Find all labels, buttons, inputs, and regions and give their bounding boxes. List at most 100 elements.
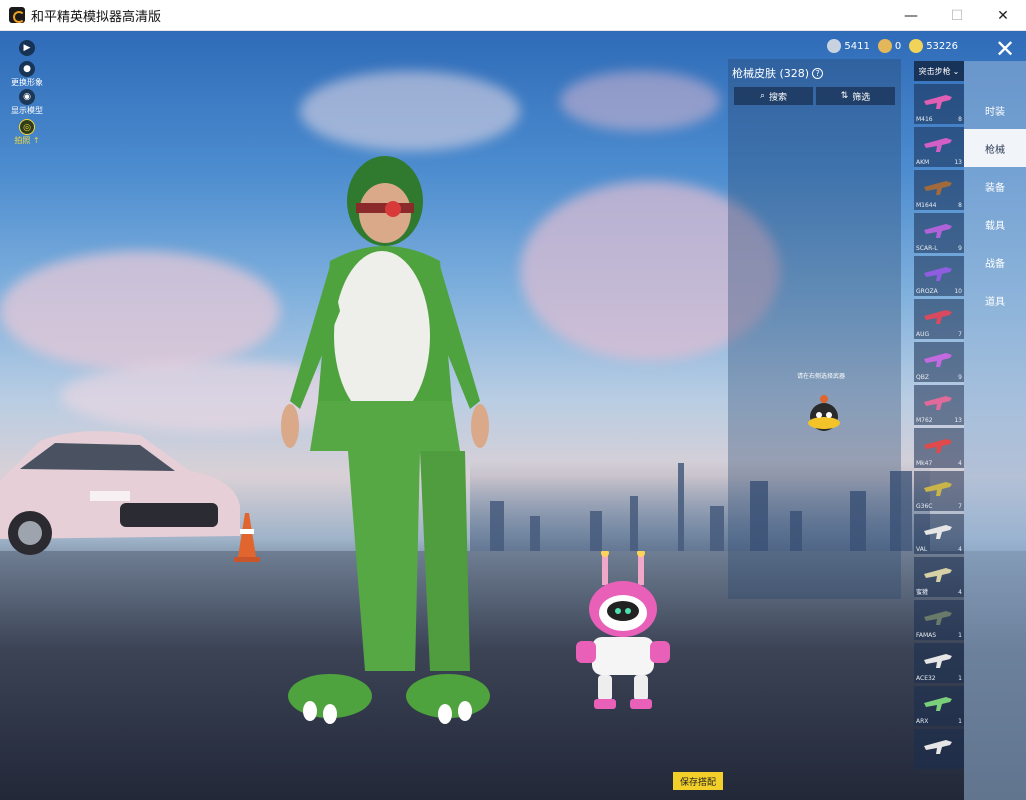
show-model-button[interactable]: ◉ 显示模型	[10, 89, 44, 116]
weapon-item[interactable]: GROZA 10	[914, 256, 964, 296]
weapon-item[interactable]	[914, 729, 964, 769]
weapon-skin-panel: 枪械皮肤 (328) ? ⌕ 搜索 ⇅ 筛选	[728, 59, 901, 599]
weapon-name: M416	[916, 116, 933, 123]
weapon-item[interactable]: G36C 7	[914, 471, 964, 511]
cloud	[300, 71, 520, 151]
weapon-item[interactable]: ARX 1	[914, 686, 964, 726]
category-tab[interactable]: 时装	[964, 91, 1026, 129]
rifle-icon	[924, 396, 952, 410]
category-tab[interactable]: 装备	[964, 167, 1026, 205]
app-logo-icon	[9, 7, 25, 23]
search-icon: ⌕	[759, 91, 766, 101]
cloud	[560, 71, 720, 131]
window-controls: — ☐ ✕	[888, 0, 1026, 31]
currency-bronze: 0	[877, 39, 902, 53]
mascot-icon	[808, 395, 840, 431]
weapon-item[interactable]: AUG 7	[914, 299, 964, 339]
currency-silver: 5411	[827, 39, 870, 53]
weapon-list: 突击步枪 ⌄ M416 8 AKM 13 M1644 8 SCAR-L 9 GROZA 10 AUG…	[914, 61, 964, 796]
rifle-icon	[924, 95, 952, 109]
weapon-count: 8	[958, 202, 962, 209]
silver-coin-icon	[827, 39, 842, 53]
close-window-button[interactable]: ✕	[980, 0, 1026, 31]
skin-panel-title: 枪械皮肤 (328)	[732, 67, 810, 80]
weapon-count: 1	[958, 718, 962, 725]
close-wardrobe-button[interactable]: ✕	[990, 34, 1020, 64]
weapon-count: 1	[958, 632, 962, 639]
window-title: 和平精英模拟器高清版	[31, 9, 162, 25]
category-tab[interactable]: 战备	[964, 243, 1026, 281]
search-button[interactable]: ⌕ 搜索	[734, 87, 813, 105]
rifle-icon	[924, 310, 952, 324]
help-icon[interactable]: ?	[812, 67, 824, 79]
photo-button[interactable]: ◎ 拍照 ↑	[10, 119, 44, 146]
weapon-count: 13	[954, 159, 962, 166]
rifle-icon	[924, 697, 952, 711]
bronze-amount: 0	[894, 40, 902, 52]
weapon-name: ARX	[916, 718, 929, 725]
gold-coin-icon	[909, 39, 924, 53]
rifle-icon	[924, 482, 952, 496]
rifle-icon	[924, 353, 952, 367]
weapon-type-dropdown[interactable]: 突击步枪 ⌄	[914, 61, 964, 81]
change-appearance-button[interactable]: ● 更换形象	[10, 61, 44, 88]
weapon-item[interactable]: ACE32 1	[914, 643, 964, 683]
category-tab[interactable]: 道具	[964, 281, 1026, 319]
weapon-item[interactable]: M416 8	[914, 84, 964, 124]
player-character[interactable]	[270, 151, 500, 731]
weapon-item[interactable]: AKM 13	[914, 127, 964, 167]
category-tab[interactable]: 枪械	[964, 129, 1026, 167]
maximize-button[interactable]: ☐	[934, 0, 980, 31]
traffic-cone-icon	[234, 513, 260, 562]
weapon-type-label: 突击步枪	[918, 66, 951, 76]
category-tab[interactable]: 载具	[964, 205, 1026, 243]
save-outfit-button[interactable]: 保存搭配	[673, 772, 723, 790]
weapon-count: 13	[954, 417, 962, 424]
arrow-up-icon: ↑	[30, 136, 40, 145]
rifle-icon	[924, 654, 952, 668]
weapon-item[interactable]: FAMAS 1	[914, 600, 964, 640]
weapon-name: AUG	[916, 331, 930, 338]
photo-label: 拍照	[14, 136, 31, 145]
weapon-count: 4	[958, 546, 962, 553]
weapon-name: G36C	[916, 503, 933, 510]
play-button[interactable]: ▶	[10, 40, 44, 57]
building	[530, 516, 540, 551]
weapon-name: 蜜獾	[916, 589, 929, 596]
weapon-name: SCAR-L	[916, 245, 938, 252]
weapon-item[interactable]: QBZ 9	[914, 342, 964, 382]
game-viewport[interactable]: ▶ ● 更换形象 ◉ 显示模型 ◎ 拍照 ↑ 5411 0 53226 ✕ 枪械…	[0, 31, 1026, 800]
pet-robot[interactable]	[568, 551, 678, 711]
title-bar: 和平精英模拟器高清版 — ☐ ✕	[0, 0, 1026, 31]
weapon-name: QBZ	[916, 374, 929, 381]
search-label: 搜索	[769, 92, 788, 103]
weapon-item[interactable]: 蜜獾 4	[914, 557, 964, 597]
weapon-name: ACE32	[916, 675, 936, 682]
weapon-count: 7	[958, 503, 962, 510]
car-model	[0, 431, 240, 555]
weapon-item[interactable]: M1644 8	[914, 170, 964, 210]
weapon-count: 9	[958, 374, 962, 381]
rifle-icon	[924, 181, 952, 195]
filter-label: 筛选	[852, 92, 871, 103]
select-weapon-hint: 请在右侧选择武器	[797, 373, 846, 380]
gold-amount: 53226	[926, 40, 958, 52]
change-appearance-label: 更换形象	[11, 78, 43, 87]
eye-icon: ◉	[19, 89, 35, 105]
currency-bar: 5411 0 53226	[827, 39, 958, 53]
weapon-item[interactable]: Mk47 4	[914, 428, 964, 468]
avatar-icon: ●	[19, 61, 35, 77]
filter-button[interactable]: ⇅ 筛选	[816, 87, 895, 105]
weapon-name: M762	[916, 417, 933, 424]
minimize-button[interactable]: —	[888, 0, 934, 31]
weapon-count: 7	[958, 331, 962, 338]
category-list: 时装 枪械 装备 载具 战备 道具	[964, 91, 1026, 319]
camera-icon: ◎	[19, 119, 35, 135]
weapon-name: Mk47	[916, 460, 933, 467]
weapon-item[interactable]: VAL 4	[914, 514, 964, 554]
weapon-item[interactable]: M762 13	[914, 385, 964, 425]
weapon-item[interactable]: SCAR-L 9	[914, 213, 964, 253]
weapon-name: VAL	[916, 546, 928, 553]
weapon-name: GROZA	[916, 288, 938, 295]
rifle-icon	[924, 439, 952, 453]
